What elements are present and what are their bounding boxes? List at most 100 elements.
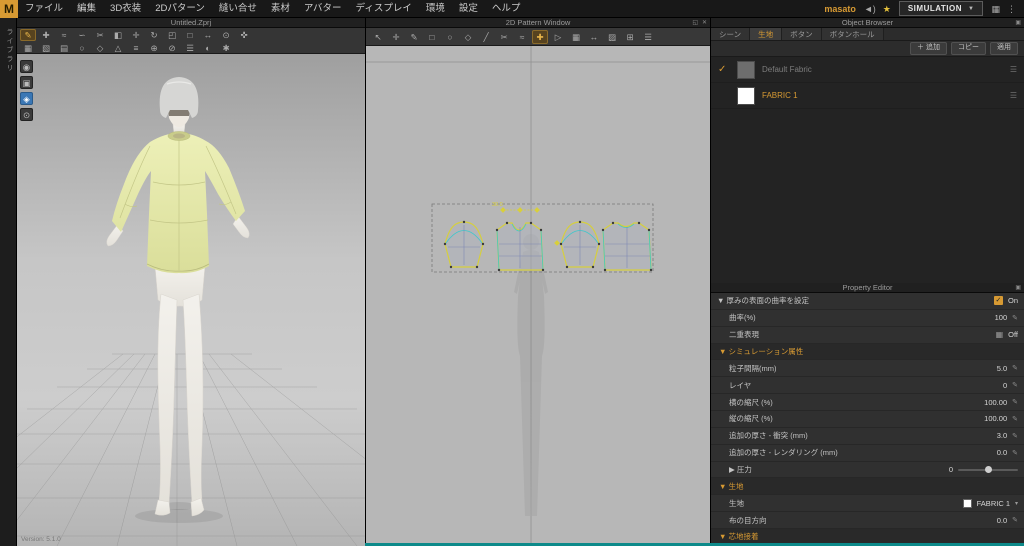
transform-pattern-icon[interactable]: ✛ [388,30,404,44]
edit-pattern-icon[interactable]: ✎ [406,30,422,44]
dart-tool-icon[interactable]: ▷ [550,30,566,44]
texture-view-icon[interactable]: ▧ [38,42,54,54]
simulation-dropdown[interactable]: SIMULATION ▼ [899,1,984,16]
pen-tool-icon[interactable]: ✎ [20,29,36,41]
sound-icon[interactable]: ◄) [864,0,876,18]
checkbox-on-icon[interactable]: ✓ [994,296,1003,305]
menu-item-4[interactable]: 縫い合せ [212,0,264,18]
panel-pin-icon[interactable]: ▣ [1015,18,1021,28]
camera-sync-button[interactable]: ⊙ [20,108,33,121]
drag-tool-icon[interactable]: ✜ [236,29,252,41]
pressure-slider[interactable] [958,469,1018,471]
close-icon[interactable]: ✕ [702,18,707,28]
sparkle-icon[interactable]: ✱ [218,42,234,54]
move-gizmo-icon[interactable]: ✛ [128,29,144,41]
menu-icon[interactable]: ☰ [640,30,656,44]
texture-surface-button[interactable]: ◈ [20,92,33,105]
grading-icon[interactable]: ▦ [568,30,584,44]
menu-item-3[interactable]: 2Dパターン [148,0,212,18]
select-tool-icon[interactable]: ↖ [370,30,386,44]
star-icon[interactable]: ★ [883,0,891,18]
tab-0[interactable]: シーン [711,28,750,40]
menu-item-6[interactable]: アバター [297,0,349,18]
avatar[interactable] [107,77,250,516]
menu-item-5[interactable]: 素材 [264,0,297,18]
library-tab[interactable]: ライブラリ [4,28,14,73]
back-bodice-pattern[interactable] [602,222,652,271]
polygon-tool-icon[interactable]: ◇ [460,30,476,44]
tab-3[interactable]: ボタンホール [822,28,884,40]
triangle-view-icon[interactable]: △ [110,42,126,54]
layout-icon[interactable]: ⊞ [622,30,638,44]
more-icon[interactable]: ⋮ [1007,0,1016,18]
popout-icon[interactable]: ◱ [692,18,698,28]
disable-view-icon[interactable]: ⊘ [164,42,180,54]
tab-1[interactable]: 生地 [750,28,782,40]
edit-icon[interactable]: ✎ [1012,314,1018,322]
3d-viewport[interactable]: ◉ ▣ ◈ ⊙ [17,54,365,546]
sleeve-pattern[interactable] [444,221,484,268]
row-menu-icon[interactable]: ☰ [1010,65,1017,74]
menu-item-0[interactable]: ファイル [18,0,70,18]
texture-edit-icon[interactable]: ▨ [604,30,620,44]
add-button[interactable]: ＋ 追加 [910,42,947,54]
apps-grid-icon[interactable]: ▦ [991,0,1000,18]
menu-item-8[interactable]: 環境 [419,0,452,18]
tack-tool-icon[interactable]: ✚ [38,29,54,41]
add-point-tool-icon[interactable]: ✚ [532,30,548,44]
pin-tool-icon[interactable]: ⊙ [218,29,234,41]
list-icon[interactable]: ☰ [182,42,198,54]
measure-icon[interactable]: ↔ [586,30,602,44]
edit-icon[interactable]: ✎ [1012,449,1018,457]
menu-item-7[interactable]: ディスプレイ [349,0,419,18]
sewing-tool-icon[interactable]: ≈ [56,29,72,41]
show-avatar-button[interactable]: ◉ [20,60,33,73]
username[interactable]: masato [824,4,856,14]
menu-item-10[interactable]: ヘルプ [485,0,528,18]
free-sewing-tool-icon[interactable]: ∽ [74,29,90,41]
layers-icon[interactable]: ≡ [128,42,144,54]
menu-item-9[interactable]: 設定 [452,0,485,18]
circle-tool-icon[interactable]: ○ [442,30,458,44]
front-bodice-pattern[interactable] [496,222,544,271]
2d-pattern-canvas[interactable]: 30.0 [366,46,710,546]
scissors-tool-icon[interactable]: ✂ [496,30,512,44]
sphere-view-icon[interactable]: ○ [74,42,90,54]
dropdown-caret-icon[interactable]: ▾ [1015,500,1018,507]
edit-icon[interactable]: ✎ [1012,516,1018,524]
tab-2[interactable]: ボタン [782,28,822,40]
seam-tool-icon[interactable]: ≈ [514,30,530,44]
show-garment-button[interactable]: ▣ [20,76,33,89]
rotate-tool-icon[interactable]: ↻ [146,29,162,41]
apply-button[interactable]: 適用 [990,42,1018,54]
slider-knob[interactable] [985,466,992,473]
pivot-handle[interactable] [554,240,560,246]
diamond-view-icon[interactable]: ◇ [92,42,108,54]
copy-button[interactable]: コピー [951,42,986,54]
pattern-pieces[interactable] [444,221,652,271]
mesh-view-icon[interactable]: ▤ [56,42,72,54]
fabric-row[interactable]: FABRIC 1☰ [711,83,1024,109]
menu-item-1[interactable]: 編集 [70,0,103,18]
shade-view-icon[interactable]: ◐ [200,42,216,54]
scale-tool-icon[interactable]: ◰ [164,29,180,41]
edit-icon[interactable]: ✎ [1012,364,1018,372]
edit-icon[interactable]: ✎ [1012,381,1018,389]
fabric-row[interactable]: ✓Default Fabric☰ [711,57,1024,83]
scissors-tool-icon[interactable]: ✂ [92,29,108,41]
app-logo[interactable]: M [0,0,18,18]
menu-item-2[interactable]: 3D衣装 [103,0,148,18]
edit-icon[interactable]: ✎ [1012,398,1018,406]
select-box-icon[interactable]: □ [182,29,198,41]
add-view-icon[interactable]: ⊕ [146,42,162,54]
grid-view-icon[interactable]: ▦ [20,42,36,54]
panel-pin-icon-2[interactable]: ▣ [1015,283,1021,293]
rectangle-tool-icon[interactable]: □ [424,30,440,44]
sleeve-pattern-2[interactable] [560,221,600,268]
edit-icon[interactable]: ✎ [1012,432,1018,440]
edit-icon[interactable]: ✎ [1012,415,1018,423]
internal-line-icon[interactable]: ╱ [478,30,494,44]
measure-tool-icon[interactable]: ↔ [200,29,216,41]
fold-tool-icon[interactable]: ◧ [110,29,126,41]
row-menu-icon[interactable]: ☰ [1010,91,1017,100]
